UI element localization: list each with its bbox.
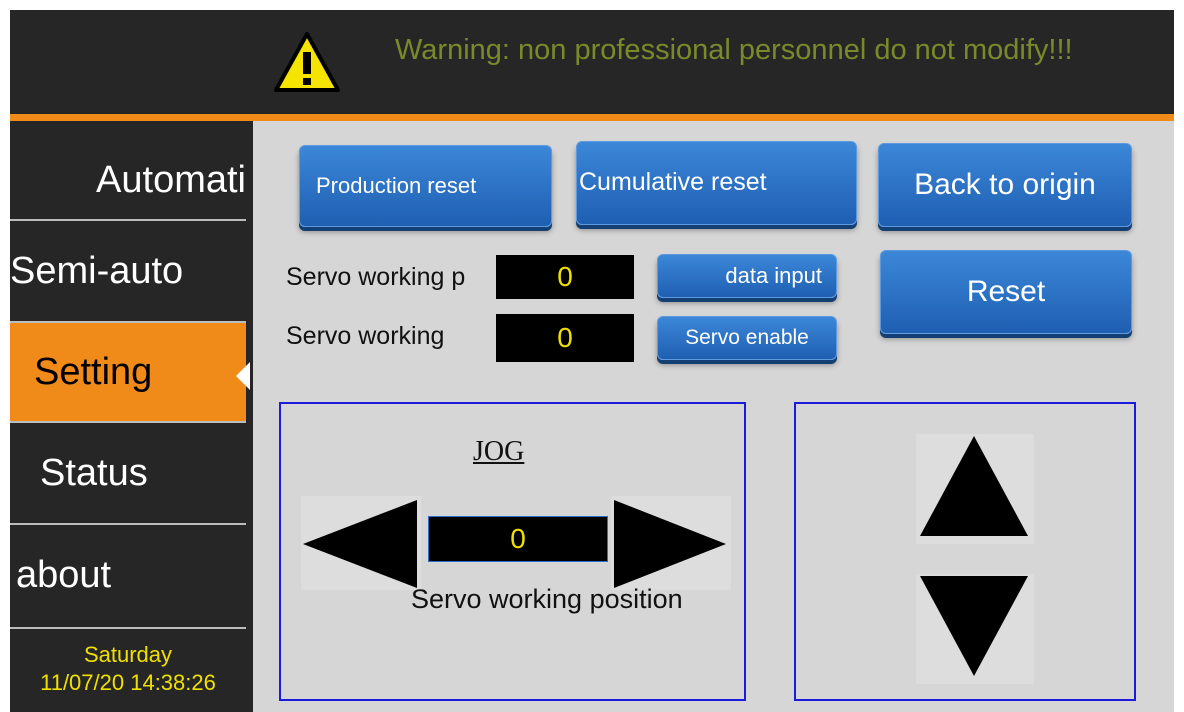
time-display: 11/07/20 14:38:26 — [40, 670, 216, 695]
up-arrow-icon[interactable] — [920, 436, 1028, 536]
warning-text: Warning: non professional personnel do n… — [395, 34, 1073, 66]
servo-working-input-1[interactable]: 0 — [496, 255, 634, 299]
back-to-origin-button[interactable]: Back to origin — [878, 143, 1132, 227]
jog-value-display: 0 — [428, 516, 608, 562]
sidebar-item-about[interactable]: about — [10, 525, 246, 625]
sidebar-item-status[interactable]: Status — [10, 423, 246, 523]
button-label: Production reset — [316, 173, 477, 198]
sidebar-item-label: about — [16, 554, 112, 596]
button-label: Cumulative reset — [579, 168, 767, 196]
jog-right-arrow-icon[interactable] — [614, 500, 726, 588]
servo-working-input-2[interactable]: 0 — [496, 314, 634, 362]
warning-triangle-icon — [274, 32, 340, 92]
button-label: Reset — [966, 275, 1046, 308]
sidebar-divider — [10, 627, 246, 629]
data-input-button[interactable]: data input — [657, 254, 837, 298]
button-label: data input — [725, 263, 822, 288]
sidebar-item-label: Setting — [34, 351, 153, 393]
up-down-panel — [794, 402, 1136, 701]
sidebar-item-semi-auto[interactable]: Semi-auto — [10, 221, 246, 321]
jog-title: JOG — [473, 436, 525, 467]
button-label: Servo enable — [685, 326, 809, 349]
sidebar-item-label: Status — [40, 452, 148, 494]
active-item-pointer — [236, 362, 250, 390]
servo-enable-button[interactable]: Servo enable — [657, 316, 837, 360]
sidebar-item-label: Automati — [96, 159, 246, 201]
down-arrow-icon[interactable] — [920, 576, 1028, 676]
servo-working-label-2: Servo working — [286, 322, 445, 350]
date-display: Saturday — [83, 642, 173, 667]
sidebar-item-setting[interactable]: Setting — [10, 323, 246, 421]
header-bar: Warning: non professional personnel do n… — [10, 10, 1174, 114]
hmi-screen: Warning: non professional personnel do n… — [10, 10, 1174, 712]
reset-button[interactable]: Reset — [880, 250, 1132, 334]
sidebar-item-automatic[interactable]: Automati — [10, 141, 246, 219]
jog-left-arrow-icon[interactable] — [303, 500, 417, 588]
header-accent-line — [10, 114, 1174, 121]
sidebar: Automati Semi-auto Setting Status about … — [10, 121, 253, 712]
jog-caption: Servo working position — [411, 584, 683, 614]
sidebar-item-label: Semi-auto — [10, 250, 184, 292]
button-label: Back to origin — [914, 168, 1096, 201]
cumulative-reset-button[interactable]: Cumulative reset — [576, 141, 857, 225]
production-reset-button[interactable]: Production reset — [299, 145, 552, 227]
servo-working-label-1: Servo working p — [286, 263, 466, 291]
jog-panel: JOG 0 Servo working position — [279, 402, 746, 701]
